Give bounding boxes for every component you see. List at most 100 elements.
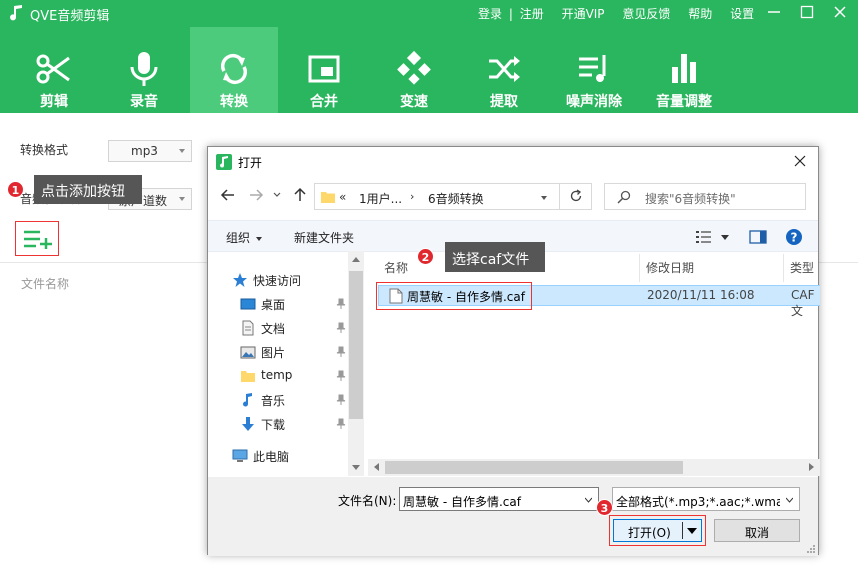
new-folder-button[interactable]: 新建文件夹 [294, 229, 354, 246]
feedback-link[interactable]: 意见反馈 [622, 7, 670, 21]
chevron-down-icon[interactable] [585, 497, 592, 503]
nav-documents[interactable]: 文档 [232, 317, 352, 339]
nav-this-pc[interactable]: 此电脑 [224, 445, 344, 467]
file-list: 名称 修改日期 类型 周慧敏 - 自作多情.caf 2020/11/11 16:… [368, 254, 820, 476]
top-menu: 登录 | 注册 开通VIP 意见反馈 帮助 设置 [478, 5, 754, 22]
cancel-button[interactable]: 取消 [714, 519, 800, 542]
file-type: CAF 文 [791, 288, 815, 318]
nav-downloads[interactable]: 下载 [232, 413, 352, 435]
scroll-up-icon[interactable] [352, 257, 360, 262]
callout-text: 点击添加按钮 [41, 184, 125, 200]
picture-icon [240, 346, 256, 359]
filename-input[interactable]: 周慧敏 - 自作多情.caf [399, 487, 599, 511]
open-button[interactable]: 打开(O) [613, 519, 702, 542]
filename-value: 周慧敏 - 自作多情.caf [403, 495, 521, 509]
nav-desktop[interactable]: 桌面 [232, 293, 352, 315]
chevron-down-icon[interactable] [721, 235, 729, 240]
tool-record[interactable]: 录音 [100, 27, 188, 113]
help-link[interactable]: 帮助 [688, 7, 712, 21]
split-dropdown-icon[interactable] [687, 528, 697, 534]
app-icon [216, 154, 232, 170]
breadcrumb-item[interactable]: 1用户... [359, 190, 402, 207]
nav-music[interactable]: 音乐 [232, 389, 352, 411]
callout-step-1: 点击添加按钮 [34, 175, 142, 204]
nav-temp[interactable]: temp [232, 365, 352, 387]
chevron-down-icon[interactable] [541, 196, 547, 200]
chevron-down-icon[interactable] [786, 497, 793, 503]
breadcrumb-item[interactable]: 6音频转换 [428, 190, 484, 207]
close-icon[interactable] [792, 153, 808, 169]
folder-icon [241, 371, 255, 382]
close-icon[interactable] [831, 3, 849, 21]
scroll-right-icon[interactable] [809, 463, 814, 471]
pin-icon[interactable] [336, 346, 346, 358]
nav-pictures[interactable]: 图片 [232, 341, 352, 363]
add-file-button[interactable] [15, 221, 59, 256]
forward-arrow-icon[interactable] [248, 187, 264, 203]
format-select[interactable]: mp3 [108, 140, 192, 162]
tool-label: 转换 [220, 94, 248, 110]
organize-button[interactable]: 组织 [226, 229, 263, 246]
pin-icon[interactable] [336, 298, 346, 310]
filetype-select[interactable]: 全部格式(*.mp3;*.aac;*.wma;* [612, 487, 800, 511]
register-link[interactable]: 注册 [520, 7, 544, 21]
tool-speed[interactable]: 变速 [370, 27, 458, 113]
scroll-down-icon[interactable] [352, 465, 360, 470]
tool-label: 变速 [400, 94, 428, 110]
nav-label: 文档 [261, 322, 286, 336]
scissors-icon [36, 54, 70, 84]
up-arrow-icon[interactable] [292, 187, 308, 203]
organize-label: 组织 [226, 231, 251, 245]
settings-link[interactable]: 设置 [730, 7, 754, 21]
tool-extract[interactable]: 提取 [460, 27, 548, 113]
cancel-label: 取消 [744, 526, 769, 540]
recent-chevron-icon[interactable] [272, 187, 282, 203]
view-options-icon[interactable] [696, 230, 712, 244]
scroll-left-icon[interactable] [374, 463, 379, 471]
navigation-pane: 快速访问 桌面 文档 图片 temp 音乐 下载 此电脑 [208, 254, 364, 476]
back-arrow-icon[interactable] [220, 187, 236, 203]
help-icon[interactable]: ? [785, 228, 803, 246]
nav-label: 快速访问 [253, 274, 302, 288]
open-highlight-frame: 打开(O) [609, 515, 706, 546]
format-value: mp3 [131, 144, 158, 158]
refresh-button[interactable] [559, 184, 592, 209]
search-placeholder: 搜索"6音频转换" [645, 192, 736, 206]
tool-label: 噪声消除 [566, 94, 622, 110]
pin-icon[interactable] [336, 418, 346, 430]
pin-icon[interactable] [336, 322, 346, 334]
file-list-scrollbar[interactable] [368, 459, 820, 476]
column-type[interactable]: 类型 [784, 254, 820, 282]
tool-cut[interactable]: 剪辑 [10, 27, 98, 113]
vip-link[interactable]: 开通VIP [562, 7, 605, 21]
preview-pane-icon[interactable] [749, 229, 767, 245]
tool-convert[interactable]: 转换 [190, 27, 278, 113]
nav-quick-access[interactable]: 快速访问 [224, 269, 344, 291]
shuffle-icon [489, 56, 520, 82]
dialog-title-bar: 打开 [208, 147, 818, 177]
tool-denoise[interactable]: 噪声消除 [550, 27, 638, 113]
column-modified[interactable]: 修改日期 [640, 254, 784, 282]
volume-bars-icon [672, 54, 696, 83]
music-note-logo-icon [10, 5, 22, 21]
breadcrumb-separator[interactable]: › [410, 190, 414, 203]
address-bar[interactable]: « 1用户... › 6音频转换 [314, 183, 592, 210]
scroll-thumb[interactable] [385, 461, 683, 474]
minimize-icon[interactable] [765, 3, 783, 21]
merge-icon [308, 55, 340, 83]
nav-scrollbar[interactable] [348, 251, 364, 476]
nav-label: 此电脑 [253, 450, 290, 464]
tool-merge[interactable]: 合并 [280, 27, 368, 113]
address-overflow[interactable]: « [339, 190, 346, 204]
nav-label: 音乐 [261, 394, 286, 408]
tool-label: 剪辑 [40, 94, 68, 110]
resize-grip-icon[interactable] [806, 544, 816, 554]
search-box[interactable]: 搜索"6音频转换" [604, 183, 806, 210]
maximize-icon[interactable] [798, 3, 816, 21]
tool-volume[interactable]: 音量调整 [640, 27, 728, 113]
pin-icon[interactable] [336, 370, 346, 382]
login-link[interactable]: 登录 [478, 7, 502, 21]
pin-icon[interactable] [336, 394, 346, 406]
scroll-thumb[interactable] [349, 271, 363, 419]
nav-label: 桌面 [261, 298, 286, 312]
